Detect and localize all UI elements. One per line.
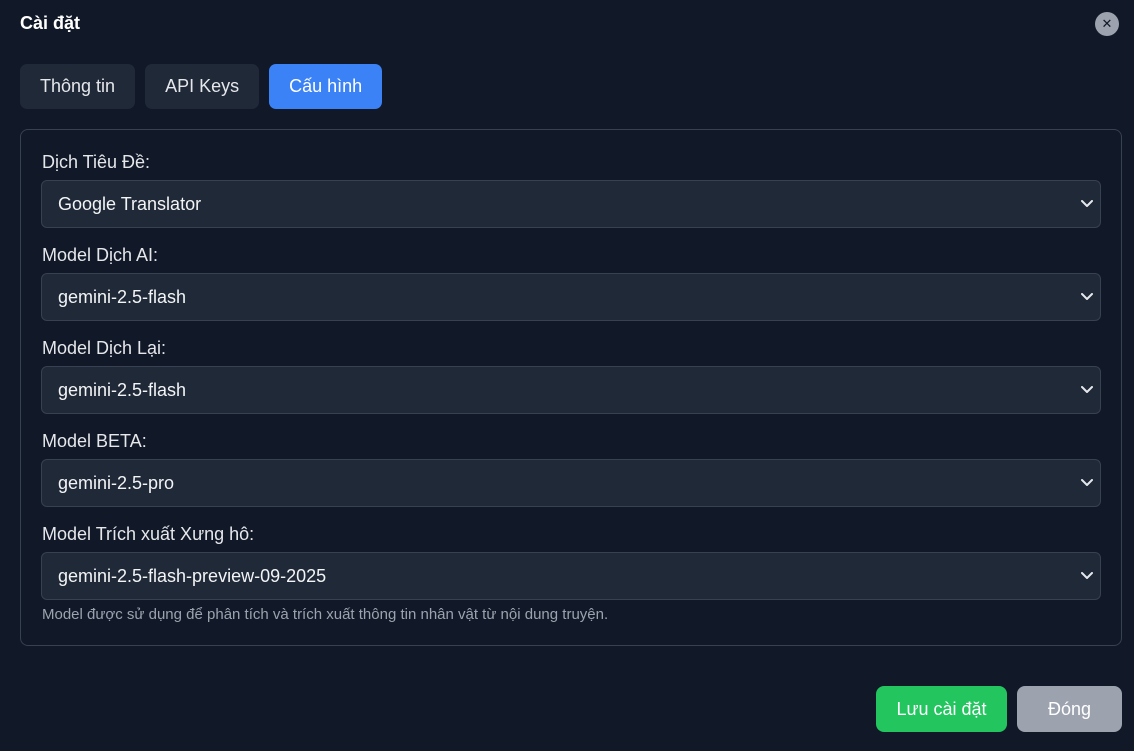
- select-value: Google Translator: [58, 193, 202, 214]
- retranslate-model-select[interactable]: gemini-2.5-flash: [41, 366, 1101, 414]
- select-value: gemini-2.5-pro: [58, 472, 175, 493]
- close-dialog-button[interactable]: Đóng: [1017, 686, 1122, 732]
- tab-bar: Thông tin API Keys Cấu hình: [20, 64, 383, 109]
- retranslate-model-label: Model Dịch Lại:: [42, 338, 167, 358]
- title-translation-label: Dịch Tiêu Đề:: [42, 152, 151, 172]
- beta-model-select[interactable]: gemini-2.5-pro: [41, 459, 1101, 507]
- tab-api-keys[interactable]: API Keys: [145, 64, 260, 109]
- tab-config[interactable]: Cấu hình: [269, 64, 383, 109]
- chevron-down-icon: [1080, 476, 1094, 490]
- dialog-title: Cài đặt: [20, 13, 81, 33]
- config-panel: Dịch Tiêu Đề: Google Translator Model Dị…: [20, 129, 1122, 646]
- close-button[interactable]: ✕: [1095, 12, 1119, 36]
- pronoun-extraction-model-label: Model Trích xuất Xưng hô:: [42, 524, 255, 544]
- pronoun-extraction-model-select[interactable]: gemini-2.5-flash-preview-09-2025: [41, 552, 1101, 600]
- settings-dialog: Cài đặt ✕ Thông tin API Keys Cấu hình Dị…: [0, 0, 1134, 751]
- tab-info[interactable]: Thông tin: [20, 64, 136, 109]
- close-icon: ✕: [1101, 16, 1113, 31]
- select-value: gemini-2.5-flash: [58, 379, 187, 400]
- select-value: gemini-2.5-flash: [58, 286, 187, 307]
- beta-model-label: Model BETA:: [42, 431, 147, 451]
- select-value: gemini-2.5-flash-preview-09-2025: [58, 565, 327, 586]
- chevron-down-icon: [1080, 569, 1094, 583]
- save-button[interactable]: Lưu cài đặt: [876, 686, 1007, 732]
- ai-model-label: Model Dịch AI:: [42, 245, 159, 265]
- chevron-down-icon: [1080, 197, 1094, 211]
- chevron-down-icon: [1080, 290, 1094, 304]
- title-translation-select[interactable]: Google Translator: [41, 180, 1101, 228]
- ai-model-select[interactable]: gemini-2.5-flash: [41, 273, 1101, 321]
- chevron-down-icon: [1080, 383, 1094, 397]
- help-text: Model được sử dụng để phân tích và trích…: [42, 606, 609, 623]
